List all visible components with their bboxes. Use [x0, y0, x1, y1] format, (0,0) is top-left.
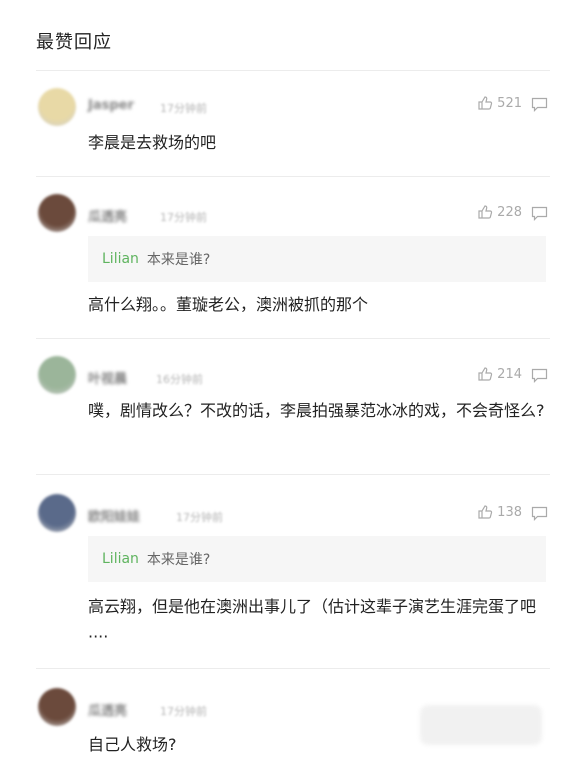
- comment-time: 17分钟前: [160, 705, 207, 718]
- reply-icon[interactable]: [531, 506, 548, 521]
- comment-time: 17分钟前: [160, 102, 207, 115]
- like-count: 228: [497, 204, 522, 220]
- thumbs-up-icon: [478, 367, 493, 381]
- avatar[interactable]: [38, 88, 76, 126]
- comment-author[interactable]: 欧阳娃娃: [88, 506, 140, 525]
- watermark-logo: [420, 705, 542, 745]
- like-button[interactable]: 214: [477, 366, 522, 382]
- quoted-reply: Lilian 本来是谁?: [88, 536, 546, 582]
- thumbs-up-icon: [478, 205, 493, 219]
- divider: [36, 70, 550, 71]
- divider: [36, 176, 550, 177]
- avatar[interactable]: [38, 688, 76, 726]
- avatar[interactable]: [38, 356, 76, 394]
- comment-text: 高什么翔。。董璇老公，澳洲被抓的那个: [88, 295, 369, 314]
- comment-time: 17分钟前: [176, 511, 223, 524]
- quoted-author[interactable]: Lilian: [102, 251, 139, 267]
- quoted-text: 本来是谁?: [146, 252, 211, 268]
- comment-text: 李晨是去救场的吧: [88, 133, 217, 152]
- comment-author[interactable]: Jasper: [88, 98, 134, 113]
- reply-icon[interactable]: [531, 206, 548, 221]
- avatar[interactable]: [38, 194, 76, 232]
- thumbs-up-icon: [478, 96, 493, 110]
- divider: [36, 668, 550, 669]
- comment-time: 16分钟前: [156, 373, 203, 386]
- reply-icon[interactable]: [531, 368, 548, 383]
- reply-icon[interactable]: [531, 97, 548, 112]
- like-count: 214: [497, 366, 522, 382]
- like-button[interactable]: 521: [477, 95, 522, 111]
- thumbs-up-icon: [478, 505, 493, 519]
- like-count: 138: [497, 504, 522, 520]
- like-button[interactable]: 138: [477, 504, 522, 520]
- like-count: 521: [497, 95, 522, 111]
- quoted-text: 本来是谁?: [146, 552, 211, 568]
- comment-author[interactable]: 叶视晨: [88, 368, 127, 387]
- divider: [36, 474, 550, 475]
- comment-author[interactable]: 瓜透亮: [88, 206, 127, 225]
- quoted-reply: Lilian 本来是谁?: [88, 236, 546, 282]
- section-title: 最赞回应: [36, 32, 112, 53]
- comment-time: 17分钟前: [160, 211, 207, 224]
- comment-author[interactable]: 瓜透亮: [88, 700, 127, 719]
- divider: [36, 338, 550, 339]
- quoted-author[interactable]: Lilian: [102, 551, 139, 567]
- like-button[interactable]: 228: [477, 204, 522, 220]
- comment-text: 噗，剧情改么？不改的话，李晨拍强暴范冰冰的戏，不会奇怪么?: [88, 401, 545, 420]
- avatar[interactable]: [38, 494, 76, 532]
- comment-text: 高云翔，但是他在澳洲出事儿了（估计这辈子演艺生涯完蛋了吧····: [88, 597, 537, 646]
